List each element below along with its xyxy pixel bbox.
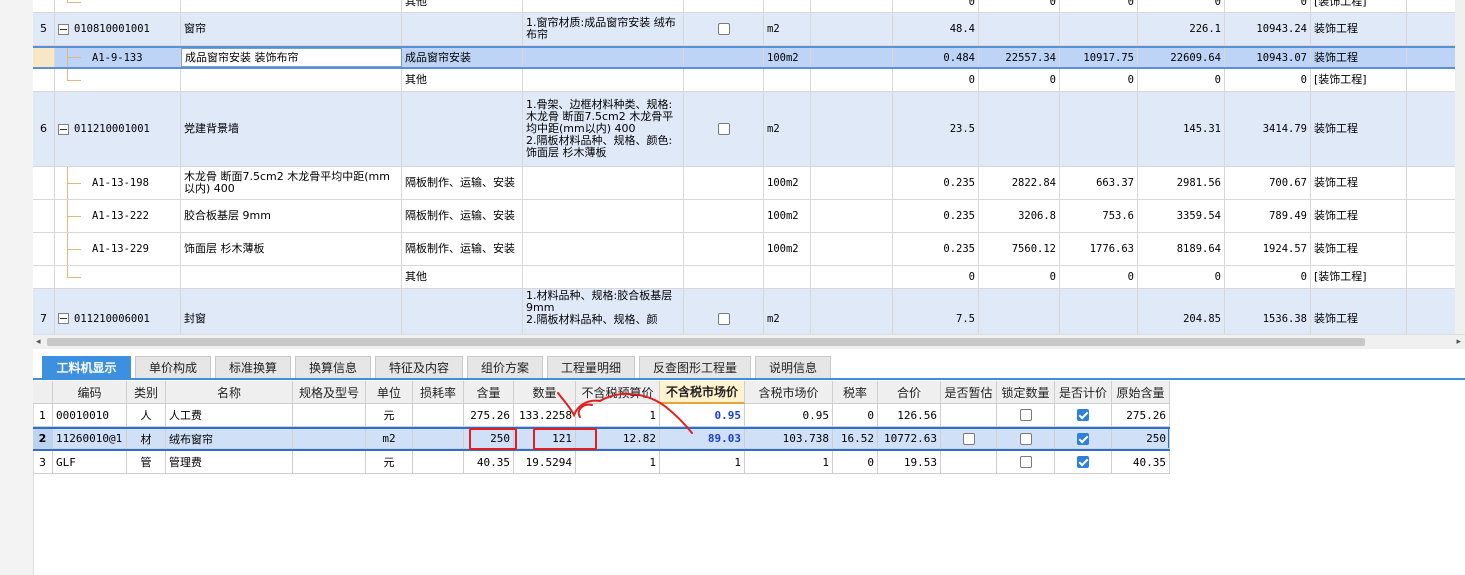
- bill-items-grid: 其他 0 0 0 0 0 [装饰工程] 5 010810001001 窗帘 1.…: [33, 0, 1465, 334]
- tab-pricing-plan[interactable]: 组价方案: [467, 356, 543, 378]
- table-row-selected[interactable]: A1-9-133 成品窗帘安装 装饰布帘 成品窗帘安装 100m2 0.484 …: [33, 46, 1465, 69]
- detail-tabs: 工料机显示 单价构成 标准换算 换算信息 特征及内容 组价方案 工程量明细 反查…: [33, 349, 1465, 380]
- table-row[interactable]: A1-13-229 饰面层 杉木薄板 隔板制作、运输、安装 100m2 0.23…: [33, 233, 1465, 266]
- row-category-cell: 其他: [402, 0, 523, 12]
- checkbox[interactable]: [717, 312, 730, 325]
- collapse-icon[interactable]: [58, 123, 69, 135]
- scroll-right-icon[interactable]: ▸: [1456, 335, 1461, 349]
- tab-standard-conversion[interactable]: 标准换算: [215, 356, 291, 378]
- scrollbar-thumb[interactable]: [47, 338, 1365, 346]
- table-row[interactable]: A1-13-222 胶合板基层 9mm 隔板制作、运输、安装 100m2 0.2…: [33, 200, 1465, 233]
- table-row[interactable]: 7 011210006001 封窗 1.材料品种、规格:胶合板基层 9mm 2.…: [33, 289, 1465, 334]
- table-row[interactable]: A1-13-198 木龙骨 断面7.5cm2 木龙骨平均中距(mm以内) 400…: [33, 167, 1465, 200]
- tab-conversion-info[interactable]: 换算信息: [295, 356, 371, 378]
- provisional-checkbox[interactable]: [962, 432, 975, 445]
- tab-labor-material-machine[interactable]: 工料机显示: [42, 356, 131, 378]
- lock-quantity-checkbox[interactable]: [1019, 409, 1032, 421]
- checkbox[interactable]: [717, 123, 730, 135]
- vertical-scrollbar[interactable]: [1455, 0, 1465, 334]
- table-row[interactable]: 其他 0 0 0 0 0 [装饰工程]: [33, 0, 1465, 13]
- horizontal-scrollbar[interactable]: ◂ ▸: [33, 334, 1465, 349]
- table-row[interactable]: 6 011210001001 党建背景墙 1.骨架、边框材料种类、规格:木龙骨 …: [33, 92, 1465, 167]
- table-row[interactable]: 3 GLF 管 管理费 元 40.35 19.5294 1 1 1 0 19.5…: [33, 451, 1170, 474]
- tab-features[interactable]: 特征及内容: [375, 356, 463, 378]
- annotation-scribble: [557, 392, 693, 434]
- priced-checkbox[interactable]: [1077, 409, 1089, 421]
- tab-quantity-detail[interactable]: 工程量明细: [547, 356, 635, 378]
- tab-underline: [33, 378, 1465, 380]
- annotation-box-content: [469, 428, 517, 450]
- collapse-icon[interactable]: [58, 23, 69, 35]
- name-edit-field[interactable]: 成品窗帘安装 装饰布帘: [181, 48, 402, 67]
- table-row[interactable]: 5 010810001001 窗帘 1.窗帘材质:成品窗帘安装 绒布布帘 m2 …: [33, 13, 1465, 46]
- tab-description[interactable]: 说明信息: [755, 356, 831, 378]
- table-row[interactable]: 其他 0 0 0 0 0 [装饰工程]: [33, 266, 1465, 289]
- priced-checkbox[interactable]: [1077, 456, 1089, 468]
- table-row[interactable]: 其他 0 0 0 0 0 [装饰工程]: [33, 69, 1465, 92]
- checkbox[interactable]: [717, 23, 730, 35]
- lock-quantity-checkbox[interactable]: [1019, 456, 1032, 468]
- collapse-icon[interactable]: [58, 313, 69, 324]
- lock-quantity-checkbox[interactable]: [1019, 432, 1032, 445]
- priced-checkbox[interactable]: [1077, 432, 1089, 445]
- scroll-left-icon[interactable]: ◂: [36, 335, 41, 349]
- left-gutter: [0, 0, 34, 575]
- tab-unit-price[interactable]: 单价构成: [135, 356, 211, 378]
- tab-graphic-quantity[interactable]: 反查图形工程量: [639, 356, 751, 378]
